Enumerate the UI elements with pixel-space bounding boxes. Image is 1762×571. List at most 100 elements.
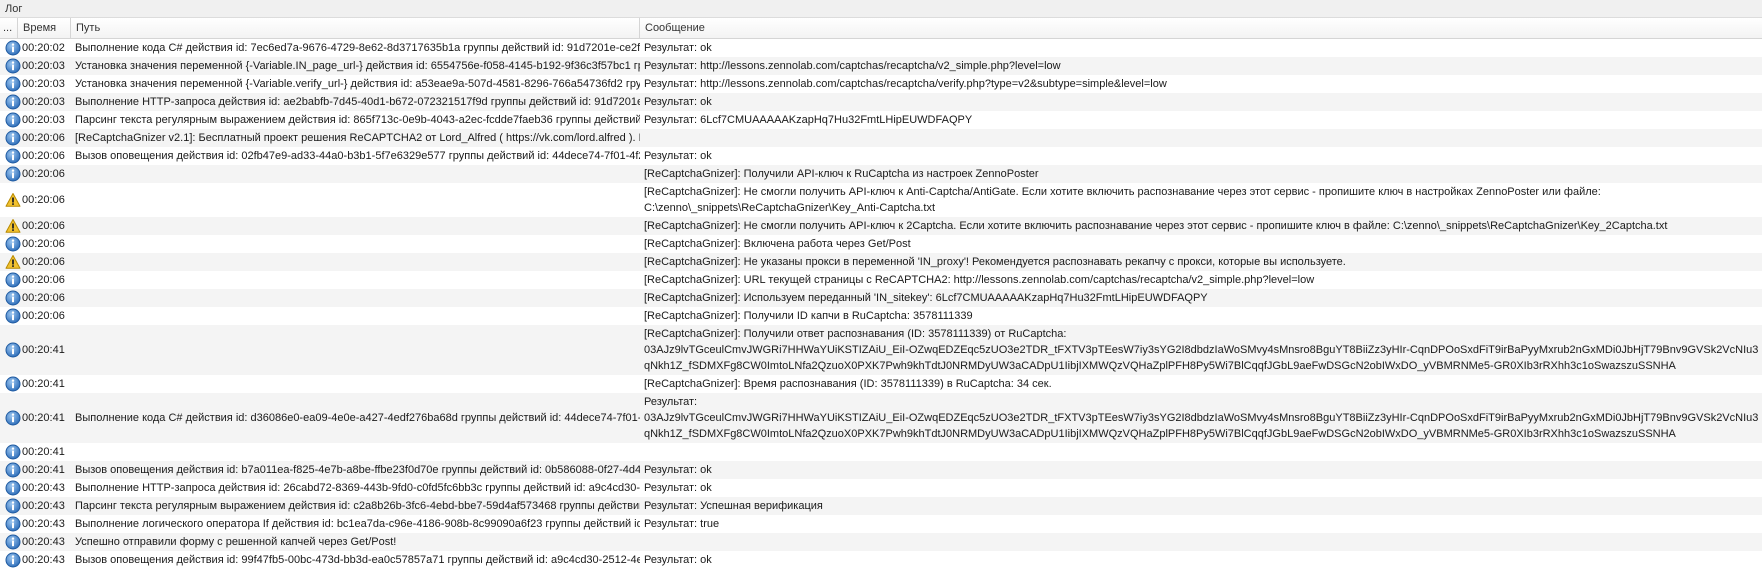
log-time: 00:20:06: [22, 168, 65, 180]
log-time: 00:20:03: [22, 60, 65, 72]
log-panel-title: Лог: [5, 3, 23, 15]
log-row[interactable]: 00:20:02 Выполнение кода C# действия id: …: [0, 39, 1762, 57]
log-message-line: [ReCaptchaGnizer]: Не смогли получить AP…: [644, 220, 1668, 232]
log-row[interactable]: 00:20:41 Выполнение кода C# действия id: …: [0, 393, 1762, 443]
log-time: 00:20:06: [22, 220, 65, 232]
log-time: 00:20:03: [22, 96, 65, 108]
log-row[interactable]: 00:20:06 [ReCaptchaGnizer v2.1]: Бесплатн…: [0, 129, 1762, 147]
log-message-line: [644, 130, 1762, 146]
log-table-header: ... Время Путь Сообщение: [0, 18, 1762, 39]
log-row[interactable]: 00:20:43 Вызов оповещения действия id: 99…: [0, 551, 1762, 569]
log-row[interactable]: 00:20:06 [ReCaptchaGnizer]: Не указаны пр…: [0, 253, 1762, 271]
log-message-line: Результат: ok: [644, 482, 712, 494]
log-row[interactable]: 00:20:03 Парсинг текста регулярным выраже…: [0, 111, 1762, 129]
log-message: [ReCaptchaGnizer]: Получили ID капчи в R…: [640, 308, 1762, 324]
log-path: Установка значения переменной {-Variable…: [75, 78, 640, 90]
log-path: [71, 254, 640, 271]
log-message-line: [644, 444, 1762, 460]
log-path: [71, 376, 640, 393]
log-message-line: Результат: ok: [644, 96, 712, 108]
column-header-time[interactable]: Время: [18, 18, 71, 38]
log-message-line: 03AJz9lvTGceulCmvJWGRi7HHWaYUiKSTIZAiU_E…: [644, 344, 1759, 356]
log-row[interactable]: 00:20:06 [ReCaptchaGnizer]: Используем пе…: [0, 289, 1762, 307]
log-row[interactable]: 00:20:06 Вызов оповещения действия id: 02…: [0, 147, 1762, 165]
log-path: [ReCaptchaGnizer v2.1]: Бесплатный проек…: [75, 132, 640, 144]
log-row[interactable]: 00:20:41 Вызов оповещения действия id: b7…: [0, 461, 1762, 479]
log-row[interactable]: 00:20:41 [ReCaptchaGnizer]: Время распозн…: [0, 375, 1762, 393]
log-path: Вызов оповещения действия id: 02fb47e9-a…: [75, 150, 640, 162]
log-message: Результат: 03AJz9lvTGceulCmvJWGRi7HHWaYUi…: [640, 394, 1762, 442]
column-header-path[interactable]: Путь: [71, 18, 640, 38]
log-message-line: [ReCaptchaGnizer]: Время распознавания (…: [644, 378, 1052, 390]
log-message: [ReCaptchaGnizer]: Не смогли получить AP…: [640, 184, 1762, 216]
log-row[interactable]: 00:20:06 [ReCaptchaGnizer]: Включена рабо…: [0, 235, 1762, 253]
log-row[interactable]: 00:20:03 Установка значения переменной {-…: [0, 57, 1762, 75]
log-message-line: [ReCaptchaGnizer]: Получили API-ключ к R…: [644, 168, 1039, 180]
log-message-line: Результат:: [644, 396, 698, 408]
log-time: 00:20:06: [22, 194, 65, 206]
log-path: [71, 308, 640, 325]
log-row[interactable]: 00:20:06 [ReCaptchaGnizer]: URL текущей с…: [0, 271, 1762, 289]
log-message: [ReCaptchaGnizer]: Используем переданный…: [640, 290, 1762, 306]
log-message-line: Результат: ok: [644, 464, 712, 476]
log-time: 00:20:41: [22, 344, 65, 356]
log-path: [71, 444, 640, 461]
log-message-line: [ReCaptchaGnizer]: Не указаны прокси в п…: [644, 256, 1346, 268]
log-time: 00:20:02: [22, 42, 65, 54]
log-message-line: Результат: true: [644, 518, 720, 530]
log-message-line: [ReCaptchaGnizer]: Не смогли получить AP…: [644, 186, 1601, 198]
log-row[interactable]: 00:20:03 Выполнение HTTP-запроса действия…: [0, 93, 1762, 111]
log-path: Вызов оповещения действия id: b7a011ea-f…: [75, 464, 640, 476]
log-path: [71, 236, 640, 253]
log-message-line: Результат: ok: [644, 42, 712, 54]
log-time: 00:20:43: [22, 554, 65, 566]
log-message-line: [ReCaptchaGnizer]: URL текущей страницы …: [644, 274, 1315, 286]
log-message: [ReCaptchaGnizer]: Включена работа через…: [640, 236, 1762, 252]
log-message-line: Результат: Успешная верификация: [644, 500, 823, 512]
log-message: [ReCaptchaGnizer]: URL текущей страницы …: [640, 272, 1762, 288]
log-row[interactable]: 00:20:03 Установка значения переменной {-…: [0, 75, 1762, 93]
log-message: [ReCaptchaGnizer]: Получили ответ распоз…: [640, 326, 1762, 374]
log-row[interactable]: 00:20:06 [ReCaptchaGnizer]: Получили ID к…: [0, 307, 1762, 325]
log-message-line: Результат: ok: [644, 554, 712, 566]
log-row[interactable]: 00:20:06 [ReCaptchaGnizer]: Не смогли пол…: [0, 183, 1762, 217]
log-message-line: Результат: 6Lcf7CMUAAAAAKzapHq7Hu32FmtLH…: [644, 114, 973, 126]
log-row[interactable]: 00:20:43 Парсинг текста регулярным выраже…: [0, 497, 1762, 515]
log-row[interactable]: 00:20:43 Успешно отправили форму с решенн…: [0, 533, 1762, 551]
log-message: Результат: ok: [640, 462, 1762, 478]
log-path: Успешно отправили форму с решенной капче…: [75, 536, 397, 548]
log-message-line: qNkh1Z_fSDMXFg8CW0ImtoLNfa2QzuoX0PXK7Pwh…: [644, 428, 1676, 440]
column-header-icon[interactable]: ...: [0, 18, 18, 38]
log-message: [640, 130, 1762, 146]
log-message: [ReCaptchaGnizer]: Не смогли получить AP…: [640, 218, 1762, 234]
log-message: Результат: true: [640, 516, 1762, 532]
log-path: [71, 272, 640, 289]
log-message-line: Результат: http://lessons.zennolab.com/c…: [644, 60, 1061, 72]
log-message-line: qNkh1Z_fSDMXFg8CW0ImtoLNfa2QzuoX0PXK7Pwh…: [644, 360, 1676, 372]
log-row[interactable]: 00:20:41: [0, 443, 1762, 461]
log-row[interactable]: 00:20:06 [ReCaptchaGnizer]: Получили API-…: [0, 165, 1762, 183]
log-time: 00:20:41: [22, 446, 65, 458]
log-message: Результат: http://lessons.zennolab.com/c…: [640, 58, 1762, 74]
log-row[interactable]: 00:20:43 Выполнение логического оператора…: [0, 515, 1762, 533]
log-row[interactable]: 00:20:43 Выполнение HTTP-запроса действия…: [0, 479, 1762, 497]
log-row[interactable]: 00:20:06 [ReCaptchaGnizer]: Не смогли пол…: [0, 217, 1762, 235]
log-time: 00:20:06: [22, 292, 65, 304]
log-path: Выполнение HTTP-запроса действия id: 26c…: [75, 482, 640, 494]
log-message: [ReCaptchaGnizer]: Не указаны прокси в п…: [640, 254, 1762, 270]
log-message: Результат: ok: [640, 40, 1762, 56]
log-message-line: Результат: ok: [644, 150, 712, 162]
log-path: Парсинг текста регулярным выражением дей…: [75, 114, 640, 126]
log-path: [71, 218, 640, 235]
log-message-line: [ReCaptchaGnizer]: Получили ID капчи в R…: [644, 310, 973, 322]
log-path: [71, 166, 640, 183]
log-message-line: [ReCaptchaGnizer]: Включена работа через…: [644, 238, 911, 250]
log-row[interactable]: 00:20:41 [ReCaptchaGnizer]: Получили отве…: [0, 325, 1762, 375]
log-time: 00:20:06: [22, 274, 65, 286]
log-time: 00:20:06: [22, 256, 65, 268]
log-time: 00:20:06: [22, 238, 65, 250]
log-message-line: [ReCaptchaGnizer]: Получили ответ распоз…: [644, 328, 1067, 340]
column-header-message[interactable]: Сообщение: [640, 18, 1762, 38]
log-time: 00:20:06: [22, 310, 65, 322]
log-message-line: [ReCaptchaGnizer]: Используем переданный…: [644, 292, 1208, 304]
